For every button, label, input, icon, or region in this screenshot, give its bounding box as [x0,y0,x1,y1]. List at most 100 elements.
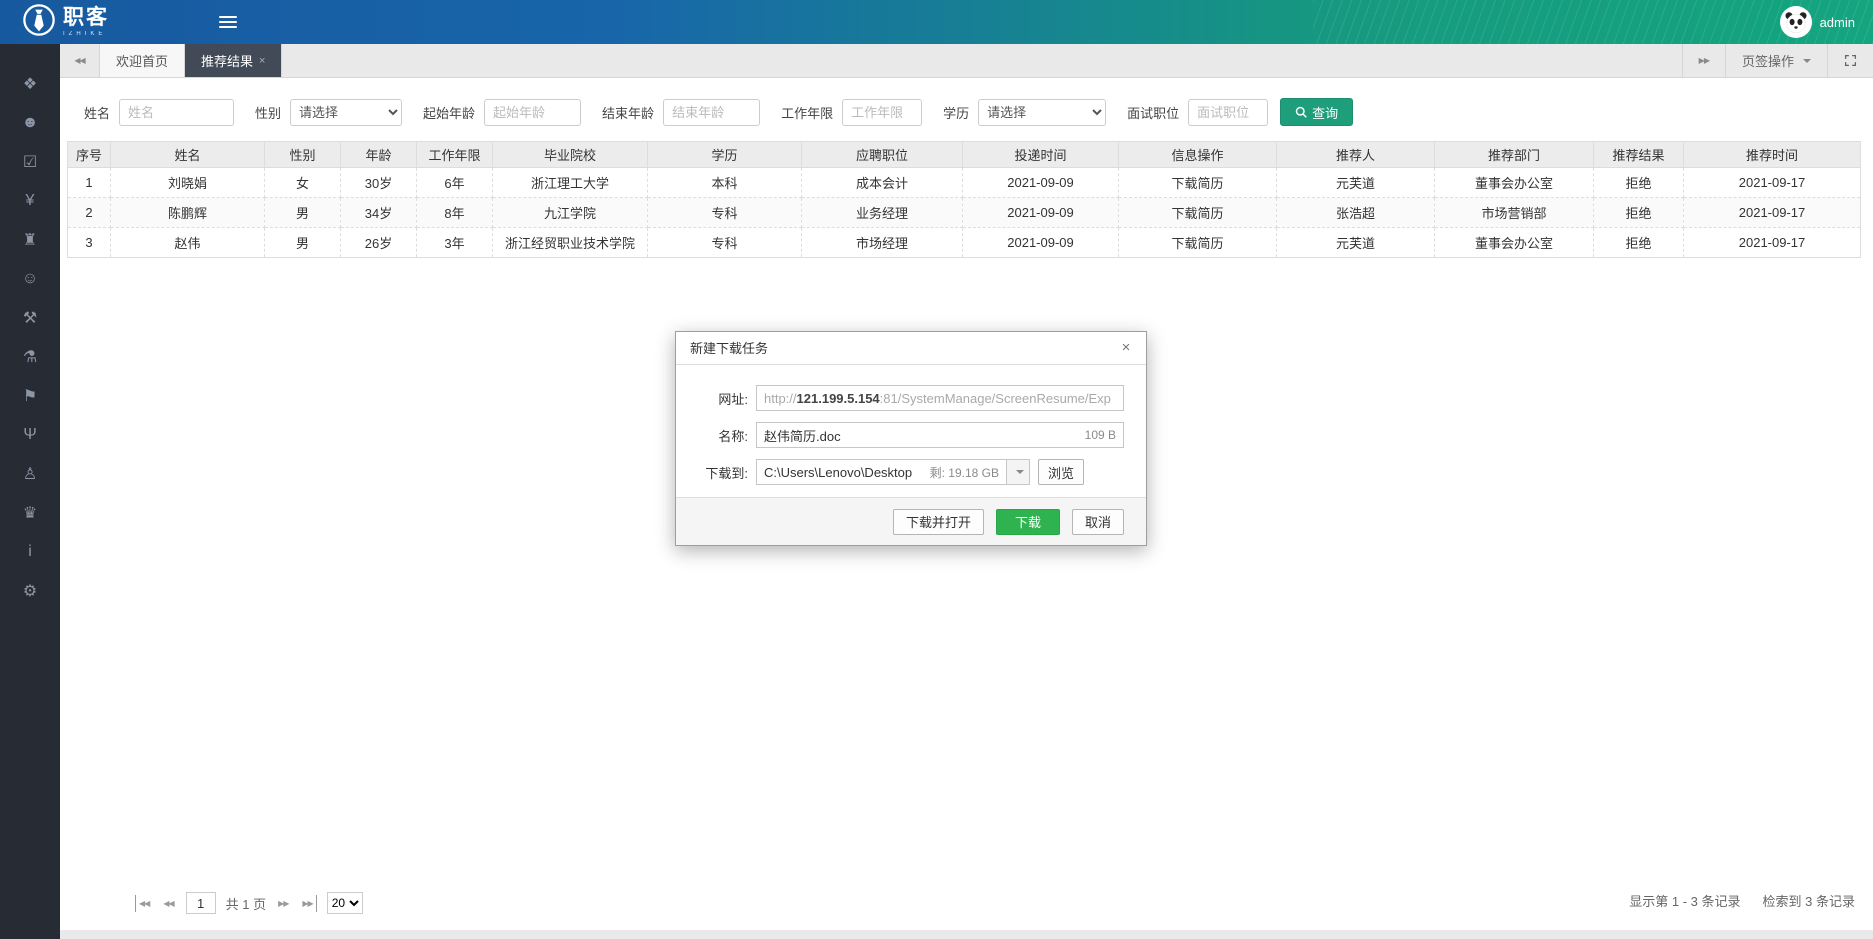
table-cell: 3年 [417,228,493,258]
chevron-down-icon [1803,59,1811,63]
column-header[interactable]: 推荐人 [1277,142,1435,168]
horizontal-scrollbar[interactable] [60,930,1873,939]
table-cell: 3 [68,228,111,258]
column-header[interactable]: 工作年限 [417,142,493,168]
column-header[interactable]: 信息操作 [1119,142,1277,168]
interview-icon: ⚗ [23,347,37,367]
sidebar-item-organization[interactable]: ♜ [0,220,60,259]
pagination: ◀◀ ◀◀ 共 1 页 ▶▶ ▶▶ 20 [135,892,363,914]
sidebar-item-flag[interactable]: ⚑ [0,376,60,415]
file-size-label: 109 B [1079,428,1116,442]
tab-operations-dropdown[interactable]: 页签操作 [1725,44,1827,77]
column-header[interactable]: 推荐时间 [1684,142,1861,168]
column-header[interactable]: 投递时间 [963,142,1119,168]
column-header[interactable]: 年龄 [341,142,417,168]
destination-dropdown-button[interactable] [1006,459,1030,485]
dialog-close-icon[interactable]: × [1116,339,1136,356]
download-resume-link[interactable]: 下载简历 [1119,198,1277,228]
table-cell: 市场营销部 [1435,198,1594,228]
search-button[interactable]: 查询 [1280,98,1353,126]
sidebar-item-award[interactable]: ♛ [0,493,60,532]
scroll-tabs-left-icon[interactable]: ◀◀ [60,44,100,77]
total-pages-label: 共 1 页 [226,894,266,913]
column-header[interactable]: 性别 [265,142,341,168]
age-start-filter-input[interactable] [484,99,581,126]
page-size-select[interactable]: 20 [327,892,363,914]
first-page-icon[interactable]: ◀◀ [135,895,151,912]
sidebar-item-user[interactable]: ♙ [0,454,60,493]
url-field[interactable]: http://121.199.5.154:81/SystemManage/Scr… [756,385,1124,411]
age-end-filter-input[interactable] [663,99,760,126]
column-header[interactable]: 毕业院校 [493,142,648,168]
tab-welcome-home[interactable]: 欢迎首页 [100,44,185,77]
table-cell: 拒绝 [1594,198,1684,228]
column-header[interactable]: 姓名 [111,142,265,168]
next-page-icon[interactable]: ▶▶ [276,895,290,912]
column-header[interactable]: 序号 [68,142,111,168]
sidebar-item-settings[interactable]: ⚙ [0,571,60,610]
sidebar-item-tasks[interactable]: ☑ [0,142,60,181]
download-resume-link[interactable]: 下载简历 [1119,228,1277,258]
destination-field[interactable]: C:\Users\Lenovo\Desktop 剩: 19.18 GB [756,459,1006,485]
sidebar-item-interview[interactable]: ⚗ [0,337,60,376]
top-bar: 职客 IZHIKE admin [0,0,1873,44]
gender-filter-select[interactable]: 请选择 [290,99,402,126]
prev-page-icon[interactable]: ◀◀ [161,895,175,912]
name-filter-input[interactable] [119,99,234,126]
page-number-input[interactable] [186,892,216,914]
table-cell: 元芙道 [1277,168,1435,198]
dialog-title: 新建下载任务 [676,332,1146,365]
gender-filter-label: 性别 [255,103,281,122]
avatar[interactable] [1780,6,1812,38]
browse-button[interactable]: 浏览 [1038,459,1084,485]
sidebar-item-recruitment[interactable]: ⚒ [0,298,60,337]
tab-close-icon[interactable]: × [259,55,265,67]
table-cell: 元芙道 [1277,228,1435,258]
table-cell: 张浩超 [1277,198,1435,228]
last-page-icon[interactable]: ▶▶ [300,895,316,912]
chevron-down-icon [1016,470,1024,474]
flag-icon: ⚑ [23,386,37,406]
download-and-open-button[interactable]: 下载并打开 [893,509,984,535]
fullscreen-toggle-icon[interactable] [1827,44,1873,77]
download-button[interactable]: 下载 [996,509,1060,535]
column-header[interactable]: 推荐部门 [1435,142,1594,168]
sidebar-item-candidates[interactable]: ☻ [0,103,60,142]
column-header[interactable]: 推荐结果 [1594,142,1684,168]
name-filter-label: 姓名 [84,103,110,122]
sidebar-item-salary[interactable]: ¥ [0,181,60,220]
table-cell: 董事会办公室 [1435,228,1594,258]
table-cell: 男 [265,198,341,228]
column-header[interactable]: 应聘职位 [802,142,963,168]
scroll-tabs-right-icon[interactable]: ▶▶ [1682,44,1725,77]
filename-field[interactable]: 赵伟简历.doc 109 B [756,422,1124,448]
team-icon: ☺ [22,270,38,288]
education-filter-select[interactable]: 请选择 [978,99,1106,126]
table-cell: 2021-09-17 [1684,198,1861,228]
table-cell: 2 [68,198,111,228]
menu-toggle-icon[interactable] [219,13,237,31]
brand-logo: 职客 IZHIKE [0,3,109,42]
talent-icon: Ψ [23,426,36,444]
interview-post-filter-input[interactable] [1188,99,1268,126]
tab-recommend-results[interactable]: 推荐结果 × [185,44,282,77]
sidebar-item-team[interactable]: ☺ [0,259,60,298]
dashboard-icon: ❖ [23,74,37,94]
settings-icon: ⚙ [23,581,37,601]
work-years-filter-input[interactable] [842,99,922,126]
sidebar-item-info[interactable]: i [0,532,60,571]
candidates-icon: ☻ [22,114,39,132]
table-cell: 刘晓娟 [111,168,265,198]
tasks-icon: ☑ [23,152,37,172]
cancel-button[interactable]: 取消 [1072,509,1124,535]
column-header[interactable]: 学历 [648,142,802,168]
username[interactable]: admin [1820,15,1855,30]
download-resume-link[interactable]: 下载简历 [1119,168,1277,198]
sidebar-item-dashboard[interactable]: ❖ [0,64,60,103]
table-cell: 本科 [648,168,802,198]
interview-post-filter-label: 面试职位 [1127,103,1179,122]
table-cell: 34岁 [341,198,417,228]
sidebar-item-talent[interactable]: Ψ [0,415,60,454]
table-cell: 业务经理 [802,198,963,228]
brand-subtitle: IZHIKE [63,31,109,37]
